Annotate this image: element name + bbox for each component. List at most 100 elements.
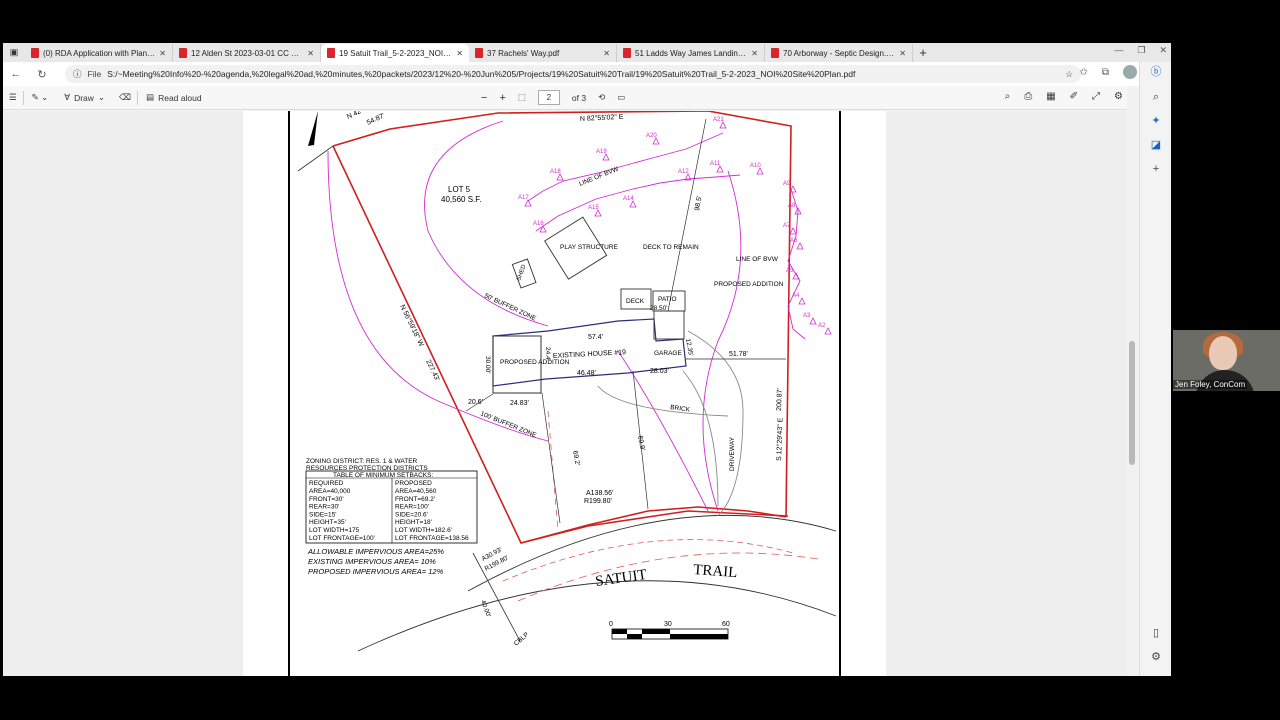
video-tile: Jen Foley, ConCom <box>1173 330 1280 391</box>
scale-bar <box>611 628 729 640</box>
buffer-driveway-line <box>617 350 709 512</box>
add-sidebar-app-icon[interactable]: + <box>1149 162 1163 176</box>
scale-bar-segment <box>612 629 627 634</box>
tab-strip: ▣ (0) RDA Application with Plan - 2 ✕ 12… <box>3 43 1171 62</box>
wetland-flag-label: A18 <box>550 169 561 175</box>
url-field[interactable]: ⓘ File S:/~Meeting%20Info%20-%20agenda,%… <box>65 65 1081 83</box>
pdf-toolbar: ☰ ✎ ⌄ ∀ Draw ⌄ ⌫ ▤ Read aloud − + ⬚ 2 of… <box>3 86 1133 110</box>
window-controls: — ❐ ✕ <box>1114 45 1167 56</box>
tab-rda-application[interactable]: (0) RDA Application with Plan - 2 ✕ <box>25 44 173 62</box>
sidebar-toggle-icon[interactable]: ▯ <box>1149 626 1163 640</box>
profile-avatar[interactable] <box>1123 65 1137 79</box>
street-name-2: TRAIL <box>693 562 738 581</box>
page-view-icon[interactable]: ▭ <box>617 92 625 103</box>
vertical-scrollbar[interactable] <box>1127 86 1137 676</box>
wetland-flag-label: A12 <box>678 169 689 175</box>
search-icon[interactable]: ⌕ <box>1005 91 1011 102</box>
shed-label: SHED <box>516 263 528 281</box>
tab-70-arborway[interactable]: 70 Arborway - Septic Design.pdf ✕ <box>765 44 913 62</box>
wetland-flag-label: A3 <box>803 313 811 319</box>
search-sidebar-icon[interactable]: ⌕ <box>1149 90 1163 104</box>
dim-69-2: 69.2' <box>571 450 580 466</box>
read-aloud-button[interactable]: ▤ Read aloud <box>138 92 210 103</box>
deck-label: DECK <box>626 298 645 305</box>
close-window-icon[interactable]: ✕ <box>1159 45 1167 56</box>
minimize-icon[interactable]: — <box>1114 45 1123 56</box>
wetland-flag-label: A20 <box>646 133 657 139</box>
page-number-input[interactable]: 2 <box>537 90 560 105</box>
url-text[interactable]: S:/~Meeting%20Info%20-%20agenda,%20legal… <box>107 69 1059 79</box>
settings-icon[interactable]: ⚙ <box>1114 91 1123 102</box>
scale-60: 60 <box>722 621 730 628</box>
play-structure-label: PLAY STRUCTURE <box>560 244 619 251</box>
proposed-row: FRONT=69.2' <box>395 496 435 503</box>
pdf-viewer[interactable]: N 42° 54.87' N 82°55'02" E LOT 5 40,560 … <box>3 111 1127 676</box>
bing-chat-icon[interactable]: ⓑ <box>1149 65 1163 79</box>
restore-icon[interactable]: ❐ <box>1137 45 1145 56</box>
wetland-flag-label: A14 <box>623 196 634 202</box>
impervious-proposed: PROPOSED IMPERVIOUS AREA= 12% <box>308 567 444 576</box>
draw-button[interactable]: ∀ Draw ⌄ <box>56 92 113 103</box>
tab-title: 70 Arborway - Septic Design.pdf <box>783 48 896 58</box>
west-bearing: N 56°59'18" W <box>398 303 425 348</box>
cblp-label: CBLP <box>513 631 531 647</box>
zoning-title-1: ZONING DISTRICT: RES. 1 & WATER <box>306 458 418 465</box>
zoom-in-button[interactable]: + <box>499 92 505 104</box>
dim-28-03: 28.03' <box>650 368 669 375</box>
utility-water-line <box>517 552 819 602</box>
refresh-icon[interactable]: ↻ <box>29 68 55 81</box>
proposed-row: SIDE=20.6' <box>395 511 428 518</box>
rotate-icon[interactable]: ⟲ <box>598 92 605 103</box>
print-icon[interactable]: ⎙ <box>1024 91 1032 102</box>
required-row: REAR=30' <box>309 504 339 511</box>
close-tab-icon[interactable]: ✕ <box>751 49 758 58</box>
outlook-icon[interactable]: ◪ <box>1149 138 1163 152</box>
fullscreen-icon[interactable]: ⤢ <box>1092 91 1100 102</box>
close-tab-icon[interactable]: ✕ <box>307 49 314 58</box>
driveway-label: DRIVEWAY <box>729 436 736 471</box>
wetland-flag-label: A4 <box>792 293 800 299</box>
tab-51-ladds-way[interactable]: 51 Ladds Way James Landing 22 ✕ <box>617 44 765 62</box>
tab-19-satuit-trail[interactable]: 19 Satuit Trail_5-2-2023_NOI Site ✕ <box>321 44 469 62</box>
required-rows: AREA=40,000FRONT=30'REAR=30'SIDE=15'HEIG… <box>309 488 375 542</box>
dim-line-98-5 <box>667 118 707 312</box>
wetland-flag-label: A21 <box>713 117 724 123</box>
zoom-out-button[interactable]: − <box>481 92 487 104</box>
new-tab-button[interactable]: + <box>913 44 933 62</box>
scrollbar-thumb[interactable] <box>1129 341 1135 465</box>
north-arrow-icon <box>308 111 318 146</box>
favorites-icon[interactable]: ✩ <box>1079 67 1087 78</box>
favorite-star-icon[interactable]: ☆ <box>1065 69 1073 80</box>
scale-0: 0 <box>609 621 613 628</box>
back-icon[interactable]: ← <box>3 68 29 80</box>
fit-page-icon[interactable]: ⬚ <box>518 92 526 103</box>
tab-37-rachels-way[interactable]: 37 Rachels' Way.pdf ✕ <box>469 44 617 62</box>
scale-bar-segment <box>670 634 728 639</box>
dim-40: 40.00' <box>479 599 492 618</box>
highlight-icon[interactable]: ✎ ⌄ <box>24 92 57 103</box>
pdf-icon <box>31 48 39 58</box>
brick-label: BRICK <box>670 404 691 414</box>
driveway-edge-west <box>682 370 719 507</box>
sidebar-settings-icon[interactable]: ⚙ <box>1149 650 1163 664</box>
proposed-row: HEIGHT=18' <box>395 519 432 526</box>
tab-12-alden-st[interactable]: 12 Alden St 2023-03-01 CC Mod ✕ <box>173 44 321 62</box>
proposed-row: AREA=40,560 <box>395 488 437 495</box>
wetland-flag-label: A15 <box>588 205 599 211</box>
close-tab-icon[interactable]: ✕ <box>456 49 463 58</box>
chevron-down-icon: ⌄ <box>97 92 106 102</box>
wetland-flag-icon <box>796 242 804 250</box>
east-bearing: S 12°29'43" E <box>775 417 785 461</box>
contents-icon[interactable]: ☰ <box>3 90 24 105</box>
eraser-icon[interactable]: ⌫ <box>113 90 139 105</box>
line-of-bvw-label-1: LINE OF BVW <box>578 165 620 188</box>
info-icon[interactable]: ⓘ <box>73 68 82 80</box>
tools-icon[interactable]: ✦ <box>1149 114 1163 128</box>
close-tab-icon[interactable]: ✕ <box>899 49 906 58</box>
collections-icon[interactable]: ⧉ <box>1102 67 1109 78</box>
save-as-icon[interactable]: ✐ <box>1070 91 1078 102</box>
close-tab-icon[interactable]: ✕ <box>159 49 166 58</box>
tab-actions-icon[interactable]: ▣ <box>3 43 25 62</box>
close-tab-icon[interactable]: ✕ <box>603 49 610 58</box>
save-icon[interactable]: ▦ <box>1046 91 1055 102</box>
